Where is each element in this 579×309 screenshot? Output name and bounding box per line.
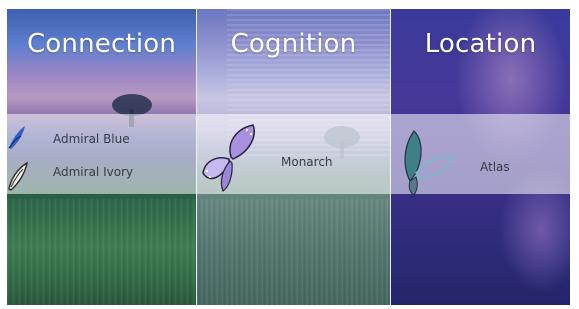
admiral-ivory-butterfly-icon [8,161,28,191]
atlas-label: Atlas [480,160,510,174]
connection-title: Connection [26,29,177,59]
admiral-ivory-label: Admiral Ivory [53,165,134,179]
monarch-label: Monarch [281,155,333,169]
monarch-butterfly-icon [202,124,255,192]
cognition-title: Cognition [230,29,357,59]
collage: Connection Cognition Location Admiral Bl… [7,9,570,305]
location-title: Location [424,29,537,59]
admiral-blue-label: Admiral Blue [53,132,130,146]
atlas-butterfly-icon [404,130,455,196]
label-band [7,114,570,194]
admiral-blue-butterfly-icon [8,126,25,149]
